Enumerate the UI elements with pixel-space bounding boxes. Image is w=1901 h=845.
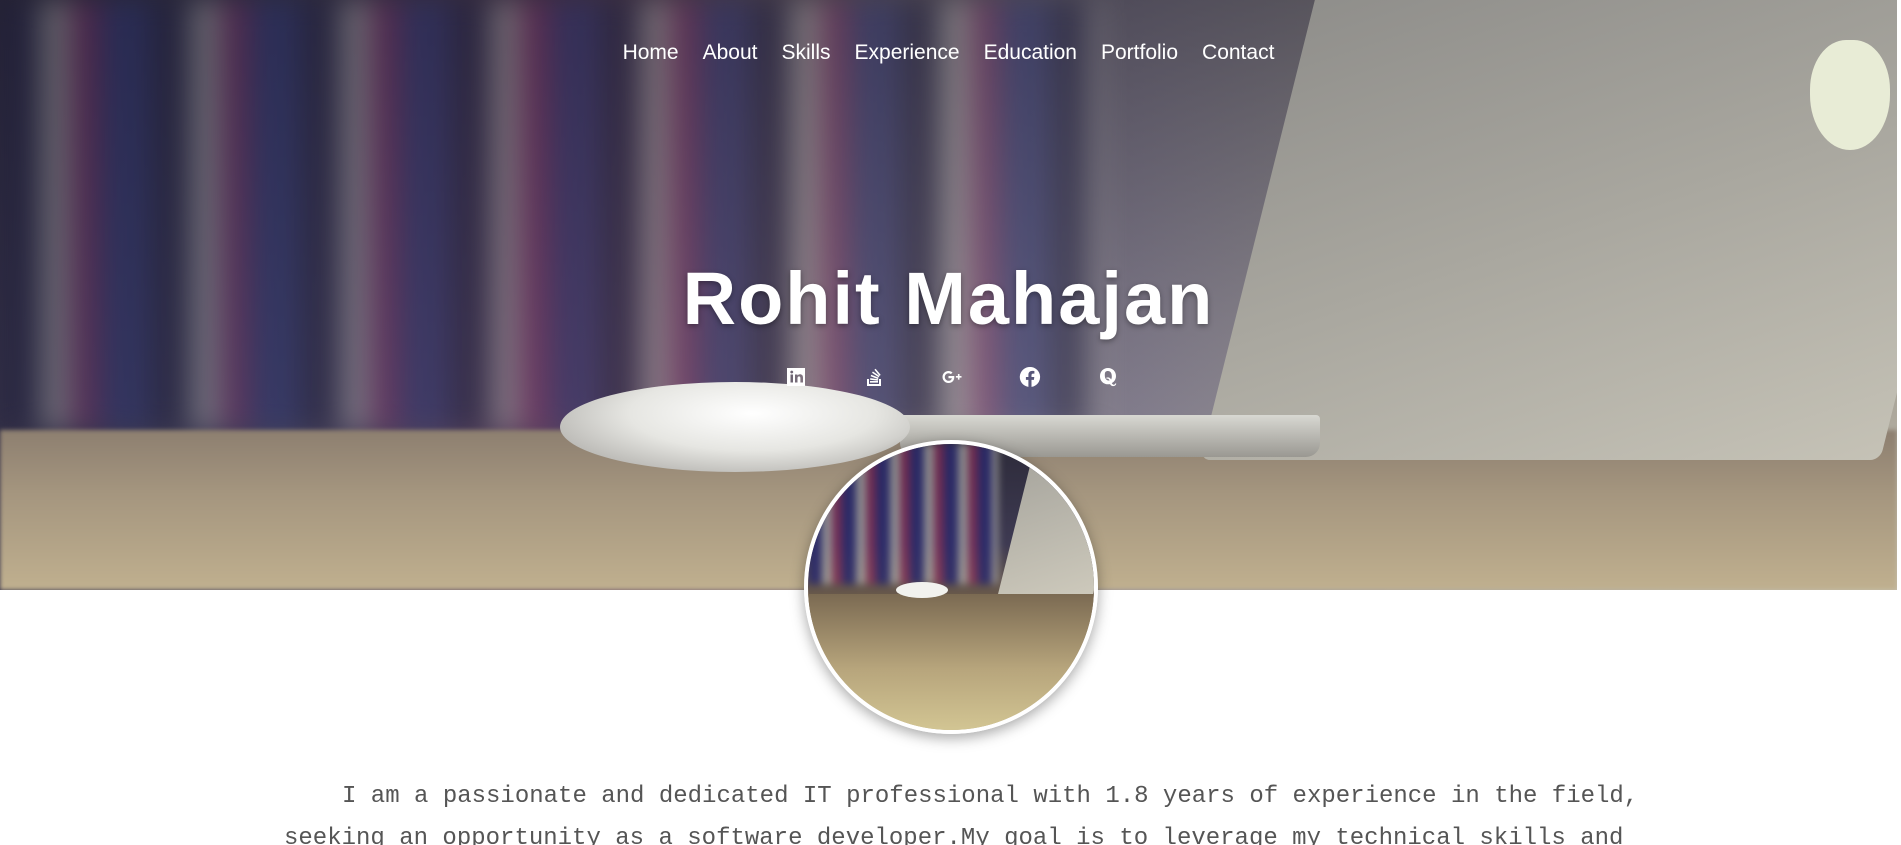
avatar-mouse: [896, 582, 948, 598]
nav-item-contact[interactable]: Contact: [1190, 40, 1286, 66]
stackoverflow-icon[interactable]: [861, 364, 887, 390]
profile-avatar: [804, 440, 1098, 734]
linkedin-icon[interactable]: [783, 364, 809, 390]
background-laptop: [1200, 0, 1897, 460]
avatar-laptop: [995, 464, 1094, 604]
social-links: [0, 364, 1897, 390]
nav-item-home[interactable]: Home: [611, 40, 691, 66]
about-text: I am a passionate and dedicated IT profe…: [284, 783, 1639, 845]
nav-item-experience[interactable]: Experience: [843, 40, 972, 66]
avatar-desk: [808, 594, 1094, 730]
nav-item-skills[interactable]: Skills: [770, 40, 843, 66]
avatar-bookshelf: [808, 444, 998, 584]
nav-item-education[interactable]: Education: [972, 40, 1089, 66]
nav-item-about[interactable]: About: [691, 40, 770, 66]
facebook-icon[interactable]: [1017, 364, 1043, 390]
main-nav: Home About Skills Experience Education P…: [0, 40, 1897, 66]
hero-name: Rohit Mahajan: [682, 257, 1215, 340]
quora-icon[interactable]: [1095, 364, 1121, 390]
google-plus-icon[interactable]: [939, 364, 965, 390]
nav-item-portfolio[interactable]: Portfolio: [1089, 40, 1190, 66]
